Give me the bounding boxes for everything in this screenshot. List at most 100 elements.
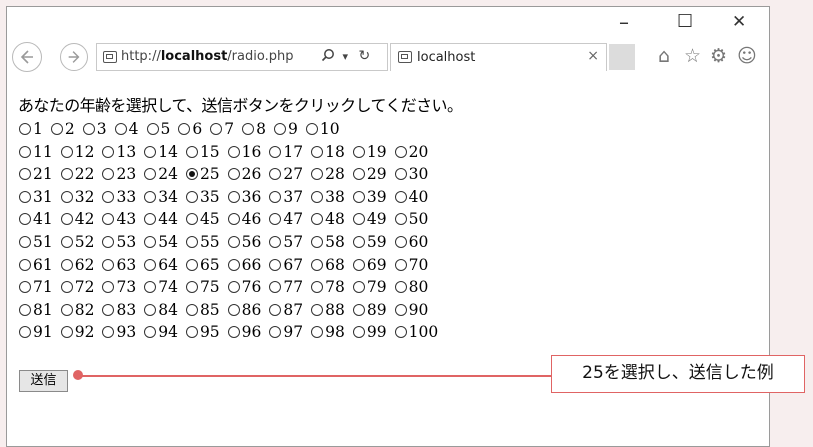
radio-button[interactable] [144,235,157,248]
age-option[interactable]: 38 [309,186,345,209]
radio-button[interactable] [394,303,407,316]
back-button[interactable] [12,42,42,72]
radio-button[interactable] [305,123,318,135]
age-option[interactable]: 36 [226,186,261,209]
age-option[interactable]: 4 [113,118,139,141]
radio-button[interactable] [311,326,324,339]
radio-button[interactable] [269,145,282,158]
age-option[interactable]: 7 [208,118,234,141]
radio-button[interactable] [269,235,282,248]
age-option[interactable]: 87 [267,299,303,322]
radio-button[interactable] [19,123,31,135]
radio-button[interactable] [144,303,157,316]
age-option[interactable]: 30 [393,163,428,186]
radio-button[interactable] [144,190,157,203]
radio-button[interactable] [19,168,31,181]
age-option[interactable]: 47 [267,208,303,231]
radio-button[interactable] [50,123,63,135]
radio-button[interactable] [19,213,31,226]
age-option[interactable]: 10 [304,118,340,141]
star-icon[interactable]: ☆ [684,45,701,67]
age-option[interactable]: 22 [59,163,94,186]
age-option[interactable]: 51 [17,231,53,254]
new-tab-button[interactable] [609,44,635,70]
age-option[interactable]: 54 [142,231,178,254]
submit-button[interactable]: 送信 [19,370,68,392]
radio-button[interactable] [311,258,324,271]
age-option[interactable]: 95 [184,321,220,344]
age-option[interactable]: 82 [59,299,94,322]
radio-button[interactable] [185,281,198,294]
radio-button[interactable] [269,258,282,271]
radio-button[interactable] [144,168,157,181]
radio-button[interactable] [185,303,198,316]
age-option[interactable]: 55 [184,231,220,254]
radio-button[interactable] [185,213,198,226]
radio-button[interactable] [102,190,115,203]
radio-button[interactable] [185,258,198,271]
age-option[interactable]: 77 [267,276,303,299]
radio-button[interactable] [60,213,73,226]
age-option[interactable]: 12 [59,141,94,164]
radio-button[interactable] [311,303,324,316]
age-option[interactable]: 66 [226,254,261,277]
radio-button[interactable] [311,213,324,226]
smiley-icon[interactable]: ☺ [737,45,757,67]
radio-button[interactable] [102,213,115,226]
age-option[interactable]: 41 [17,208,53,231]
age-option[interactable]: 56 [226,231,261,254]
age-option[interactable]: 40 [393,186,428,209]
age-option[interactable]: 16 [226,141,261,164]
radio-button[interactable] [227,326,240,339]
radio-button[interactable] [185,190,198,203]
age-option[interactable]: 39 [351,186,387,209]
radio-button[interactable] [227,303,240,316]
address-bar[interactable]: http://localhost/radio.php ▾ ↻ [96,43,388,71]
age-option[interactable]: 88 [309,299,345,322]
radio-button[interactable] [227,258,240,271]
radio-button[interactable] [114,123,127,135]
age-option[interactable]: 53 [100,231,136,254]
radio-button[interactable] [352,303,365,316]
minimize-button[interactable]: – [619,11,629,33]
age-option[interactable]: 20 [393,141,428,164]
radio-button[interactable] [311,168,324,181]
age-option[interactable]: 91 [17,321,53,344]
forward-button[interactable] [60,43,88,71]
age-option[interactable]: 67 [267,254,303,277]
radio-button[interactable] [19,145,31,158]
radio-button[interactable] [60,303,73,316]
age-option[interactable]: 85 [184,299,220,322]
radio-button[interactable] [102,235,115,248]
radio-button[interactable] [269,303,282,316]
radio-button[interactable] [352,235,365,248]
radio-button[interactable] [178,123,191,135]
radio-button[interactable] [102,281,115,294]
age-option[interactable]: 34 [142,186,178,209]
radio-button[interactable] [227,281,240,294]
gear-icon[interactable]: ⚙ [710,45,727,67]
age-option[interactable]: 81 [17,299,53,322]
radio-button[interactable] [394,213,407,226]
radio-button[interactable] [185,235,198,248]
age-option[interactable]: 92 [59,321,94,344]
age-option[interactable]: 57 [267,231,303,254]
age-option[interactable]: 15 [184,141,220,164]
age-option[interactable]: 32 [59,186,94,209]
radio-button[interactable] [394,145,407,158]
age-option[interactable]: 25 [184,163,220,186]
radio-button[interactable] [102,258,115,271]
age-option[interactable]: 1 [17,118,43,141]
radio-button[interactable] [60,190,73,203]
radio-button[interactable] [102,168,115,181]
radio-button[interactable] [19,258,31,271]
age-option[interactable]: 99 [351,321,387,344]
age-option[interactable]: 9 [272,118,298,141]
age-option[interactable]: 94 [142,321,178,344]
age-option[interactable]: 6 [176,118,202,141]
radio-button[interactable] [227,190,240,203]
age-option[interactable]: 79 [351,276,387,299]
age-option[interactable]: 76 [226,276,261,299]
radio-button[interactable] [394,326,407,339]
age-option[interactable]: 98 [309,321,345,344]
